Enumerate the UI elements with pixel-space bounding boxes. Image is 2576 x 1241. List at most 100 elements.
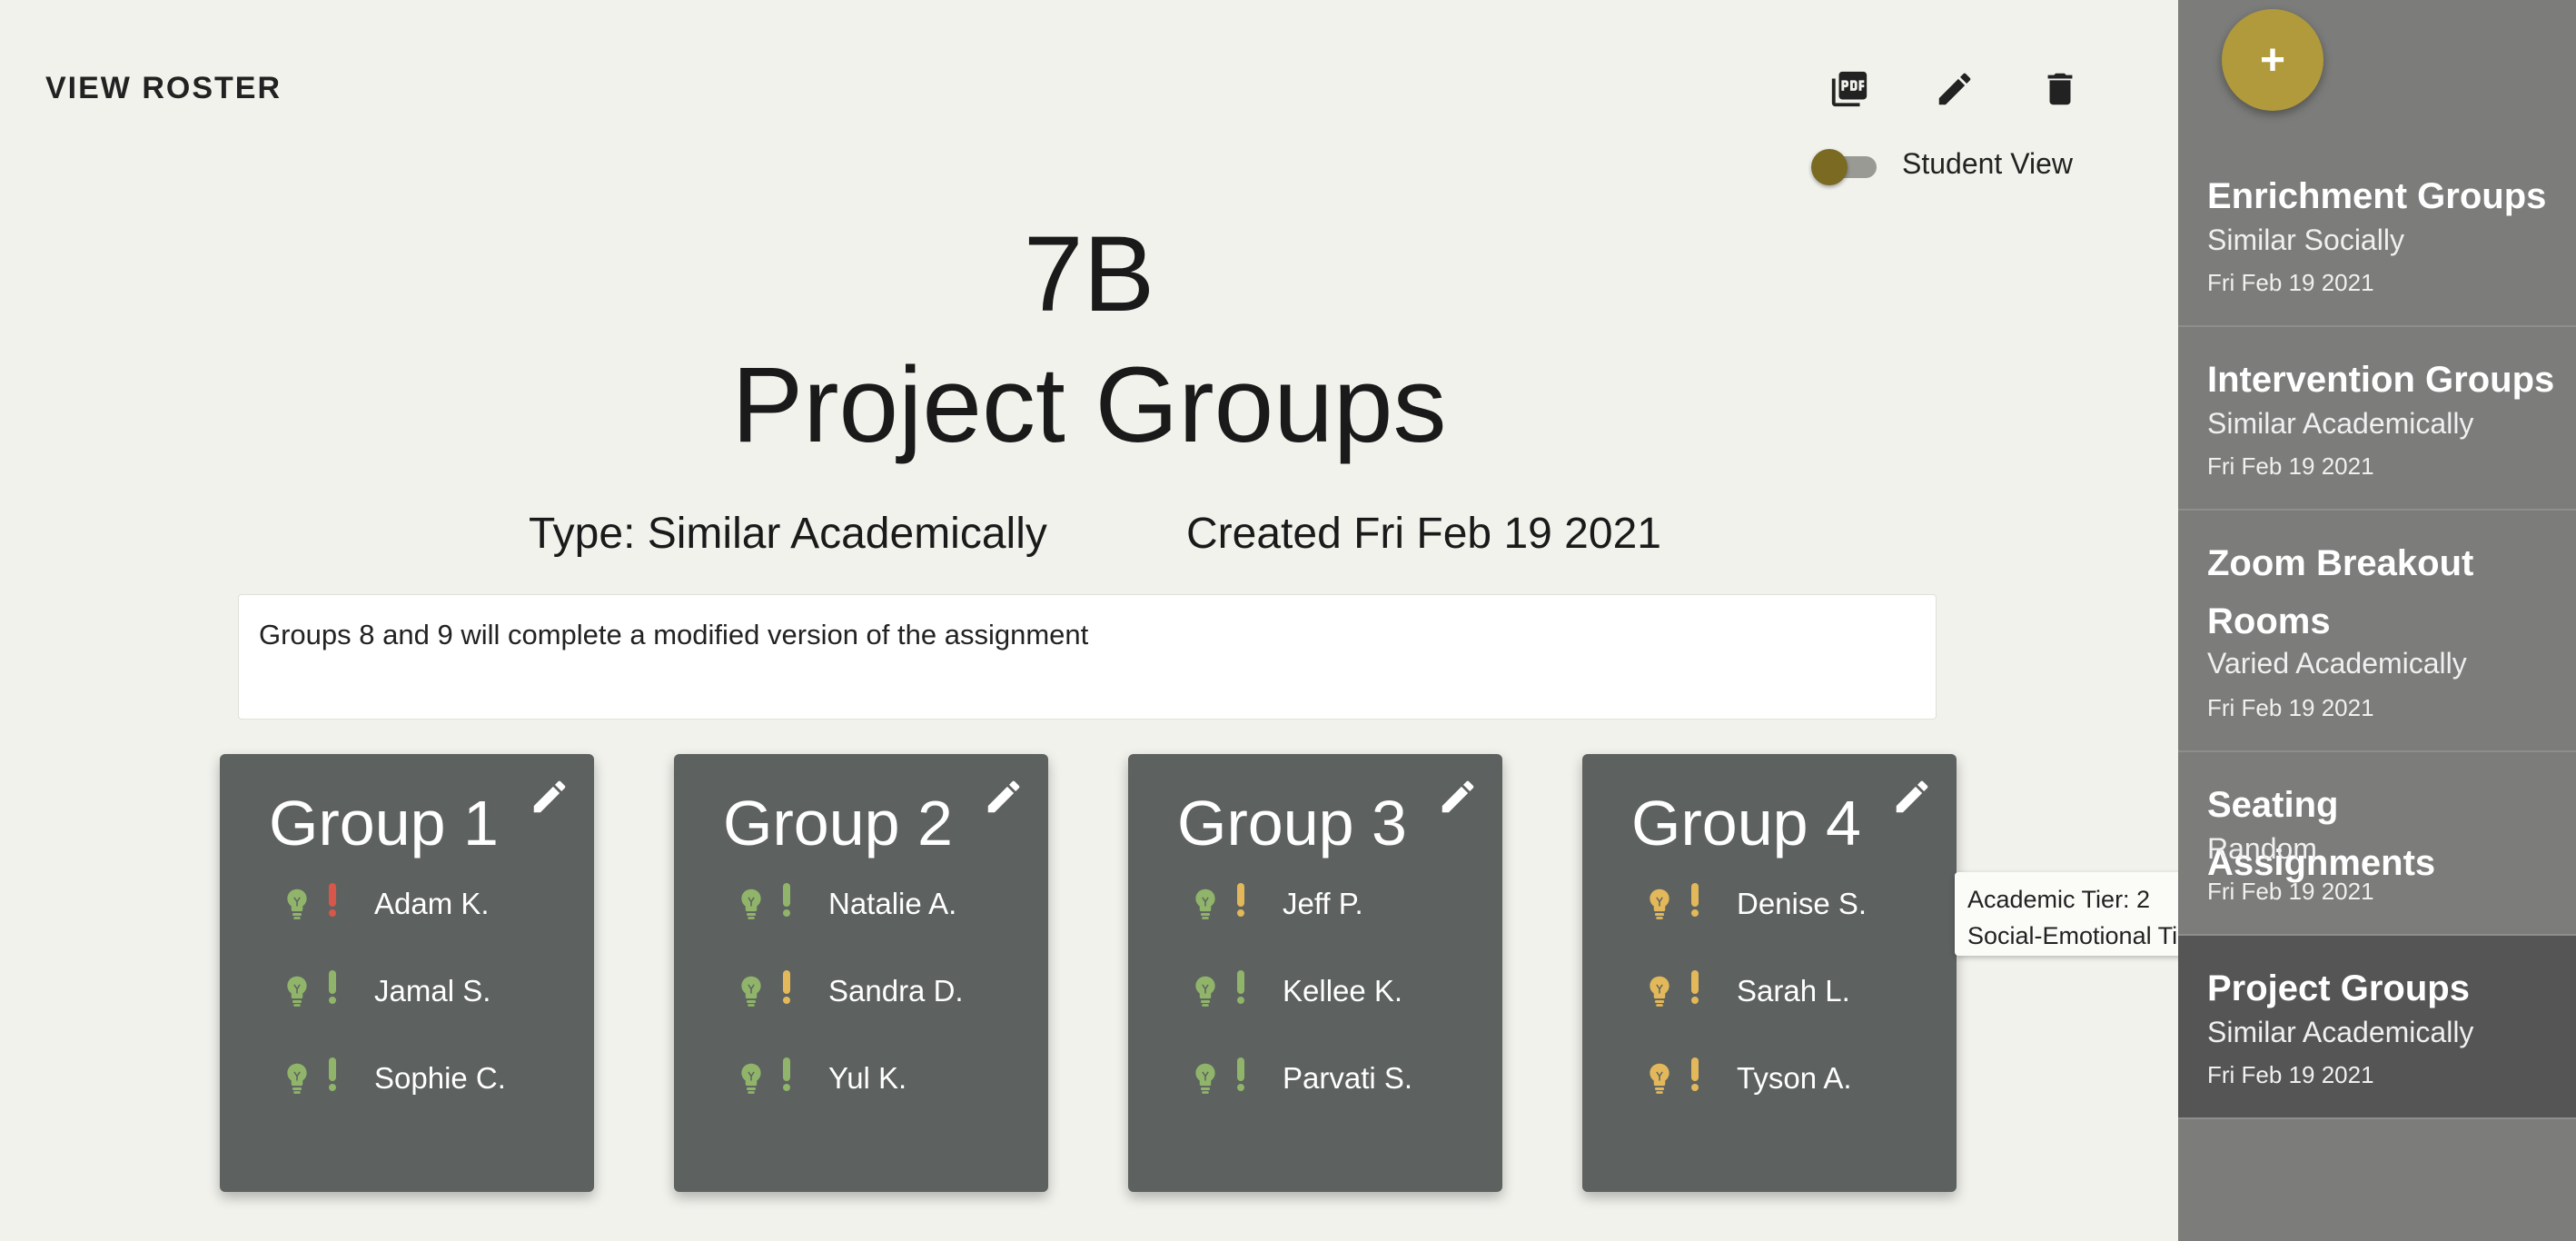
main-panel: VIEW ROSTER Student View 7B Project Grou… — [0, 0, 2253, 1241]
group-title: Group 2 — [723, 788, 953, 859]
student-row[interactable]: Denise S. — [1646, 881, 1867, 927]
exclamation-icon — [1679, 1056, 1711, 1101]
group-set-title: Project Groups — [731, 345, 1447, 465]
pdf-export-button[interactable] — [1820, 64, 1878, 114]
edit-group-button[interactable] — [1437, 776, 1479, 818]
lightbulb-icon — [1646, 886, 1673, 922]
toolbar — [1820, 64, 2136, 114]
student-row[interactable]: Sarah L. — [1646, 968, 1850, 1014]
exclamation-icon — [316, 968, 349, 1014]
student-row[interactable]: Parvati S. — [1192, 1056, 1412, 1101]
student-row[interactable]: Natalie A. — [738, 881, 956, 927]
lightbulb-icon — [738, 973, 765, 1009]
plus-icon: + — [2259, 35, 2286, 84]
group-title: Group 4 — [1631, 788, 1861, 859]
student-row[interactable]: Sandra D. — [738, 968, 964, 1014]
view-roster-link[interactable]: VIEW ROSTER — [45, 71, 282, 106]
pencil-icon — [987, 780, 1020, 813]
toggle-knob — [1811, 149, 1848, 185]
student-name: Natalie A. — [828, 887, 957, 920]
student-view-toggle-row: Student View — [1811, 145, 2073, 185]
lightbulb-icon — [738, 886, 765, 922]
group-set-item[interactable]: Enrichment Groups Similar Socially Fri Feb… — [2178, 142, 2576, 327]
lightbulb-icon — [1646, 1060, 1673, 1097]
delete-button[interactable] — [2031, 64, 2089, 114]
group-set-item[interactable]: Seating Assignments Random Fri Feb 19 2021 — [2178, 752, 2576, 936]
group-title: Group 1 — [269, 788, 499, 859]
notes-field[interactable]: Groups 8 and 9 will complete a modified … — [238, 594, 1937, 720]
group-set-date: Fri Feb 19 2021 — [2207, 452, 2374, 480]
created-date: Created Fri Feb 19 2021 — [1186, 510, 1661, 558]
group-set-type: Similar Socially — [2207, 223, 2404, 256]
student-name: Tyson A. — [1737, 1061, 1852, 1095]
pdf-icon — [1831, 71, 1868, 107]
lightbulb-icon — [1192, 1060, 1219, 1097]
student-row[interactable]: Sophie C. — [283, 1056, 506, 1101]
exclamation-icon — [316, 1056, 349, 1101]
student-row[interactable]: Tyson A. — [1646, 1056, 1852, 1101]
group-card: Group 1 Adam K. Jamal S. Sophie C. — [220, 754, 594, 1192]
group-set-title: Enrichment Groups — [2207, 176, 2547, 216]
group-set-item[interactable]: Intervention Groups Similar Academically F… — [2178, 327, 2576, 511]
edit-button[interactable] — [1926, 64, 1984, 114]
pencil-icon — [1896, 780, 1928, 813]
lightbulb-icon — [1646, 973, 1673, 1009]
exclamation-icon — [770, 1056, 803, 1101]
student-name: Jamal S. — [374, 974, 491, 1008]
group-sets-sidebar: Enrichment Groups Similar Socially Fri Feb… — [2178, 0, 2576, 1241]
group-set-item[interactable]: Zoom Breakout Rooms Varied Academically Fr… — [2178, 511, 2576, 752]
pencil-icon — [533, 780, 566, 813]
trash-icon — [2047, 73, 2073, 105]
add-group-set-button[interactable]: + — [2222, 9, 2323, 111]
group-set-type: Similar Academically — [2207, 407, 2474, 440]
group-type: Type: Similar Academically — [529, 510, 1047, 558]
lightbulb-icon — [738, 1060, 765, 1097]
lightbulb-icon — [283, 1060, 311, 1097]
group-set-title: Intervention Groups — [2207, 360, 2555, 400]
pencil-icon — [1442, 780, 1474, 813]
group-set-date: Fri Feb 19 2021 — [2207, 694, 2374, 721]
group-set-item[interactable]: Project Groups Similar Academically Fri Fe… — [2178, 936, 2576, 1119]
group-set-title: Zoom Breakout Rooms — [2207, 543, 2474, 641]
student-row[interactable]: Adam K. — [283, 881, 490, 927]
student-name: Jeff P. — [1283, 887, 1363, 920]
edit-group-button[interactable] — [1891, 776, 1933, 818]
group-set-type: Varied Academically — [2207, 647, 2467, 680]
lightbulb-icon — [1192, 886, 1219, 922]
lightbulb-icon — [283, 973, 311, 1009]
student-name: Yul K. — [828, 1061, 907, 1095]
student-name: Kellee K. — [1283, 974, 1403, 1008]
class-title: 7B — [1023, 214, 1155, 334]
student-name: Sophie C. — [374, 1061, 506, 1095]
group-set-type: Random — [2207, 832, 2317, 865]
student-row[interactable]: Yul K. — [738, 1056, 907, 1101]
student-name: Sarah L. — [1737, 974, 1850, 1008]
group-set-date: Fri Feb 19 2021 — [2207, 1061, 2374, 1088]
lightbulb-icon — [283, 886, 311, 922]
exclamation-icon — [1679, 968, 1711, 1014]
student-name: Parvati S. — [1283, 1061, 1413, 1095]
group-set-type: Similar Academically — [2207, 1016, 2474, 1048]
group-set-date: Fri Feb 19 2021 — [2207, 269, 2374, 296]
student-row[interactable]: Jamal S. — [283, 968, 490, 1014]
student-name: Denise S. — [1737, 887, 1868, 920]
edit-group-button[interactable] — [983, 776, 1025, 818]
student-row[interactable]: Jeff P. — [1192, 881, 1363, 927]
group-card: Group 3 Jeff P. Kellee K. Parvati S. — [1128, 754, 1502, 1192]
exclamation-icon — [316, 881, 349, 927]
edit-group-button[interactable] — [529, 776, 570, 818]
group-card: Group 4 Denise S. Sarah L. Tyson A. — [1582, 754, 1957, 1192]
group-set-title: Project Groups — [2207, 968, 2470, 1008]
student-name: Adam K. — [374, 887, 490, 920]
exclamation-icon — [1224, 968, 1257, 1014]
student-row[interactable]: Kellee K. — [1192, 968, 1402, 1014]
student-view-label: Student View — [1902, 146, 2073, 180]
exclamation-icon — [1224, 881, 1257, 927]
group-set-date: Fri Feb 19 2021 — [2207, 878, 2374, 905]
group-card: Group 2 Natalie A. Sandra D. Yul K. — [674, 754, 1048, 1192]
exclamation-icon — [770, 968, 803, 1014]
student-name: Sandra D. — [828, 974, 964, 1008]
lightbulb-icon — [1192, 973, 1219, 1009]
student-view-toggle[interactable] — [1811, 145, 1878, 185]
group-title: Group 3 — [1177, 788, 1407, 859]
